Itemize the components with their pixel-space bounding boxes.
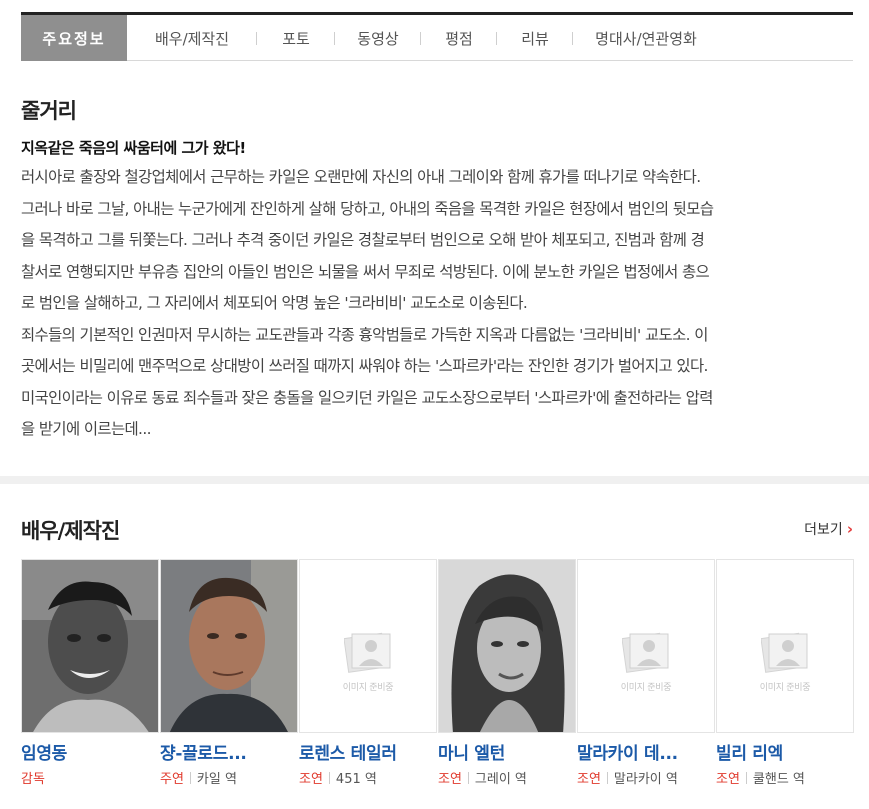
character-label: 쿨핸드 역 xyxy=(752,772,805,787)
role-label: 주연 xyxy=(160,772,184,787)
no-image-text: 이미지 준비중 xyxy=(342,682,394,693)
synopsis-line: 죄수들의 기본적인 인권마저 무시하는 교도관들과 각종 흉악범들로 가득한 지… xyxy=(21,325,708,344)
person-photo[interactable] xyxy=(160,559,298,733)
character-label: 그레이 역 xyxy=(474,772,527,787)
person-role-line: 조연 말라카이 역 xyxy=(577,768,715,787)
cast-card[interactable]: 임영동 감독 xyxy=(21,559,159,787)
role-separator xyxy=(467,771,469,784)
synopsis-body: 러시아로 출장와 철강업체에서 근무하는 카일은 오랜만에 자신의 아내 그레이… xyxy=(21,162,857,446)
person-role-line: 조연 쿨핸드 역 xyxy=(716,768,854,787)
synopsis-line: 로 범인을 살해하고, 그 자리에서 체포되어 악명 높은 '크라비비' 교도소… xyxy=(21,294,528,312)
chevron-right-icon: › xyxy=(846,520,853,538)
cast-card[interactable]: 이미지 준비중 말라카이 데... 조연 말라카이 역 xyxy=(577,559,715,787)
synopsis-line: 그러나 바로 그날, 아내는 누군가에게 잔인하게 살해 당하고, 아내의 죽음… xyxy=(21,199,714,218)
person-photo[interactable] xyxy=(21,559,159,733)
synopsis-line: 을 목격하고 그를 뒤쫓는다. 그러나 추격 중이던 카일은 경찰로부터 범인으… xyxy=(21,231,705,249)
section-divider xyxy=(0,476,869,484)
person-photo[interactable] xyxy=(438,559,576,733)
person-photo[interactable]: 이미지 준비중 xyxy=(716,559,854,733)
person-name[interactable]: 임영동 xyxy=(21,739,159,764)
tab-cast[interactable]: 배우/제작진 xyxy=(127,15,257,61)
no-image-placeholder: 이미지 준비중 xyxy=(300,560,436,732)
synopsis-line: 찰서로 연행되지만 부유층 집안의 아들인 범인은 뇌물을 써서 무죄로 석방된… xyxy=(21,262,710,281)
no-image-text: 이미지 준비중 xyxy=(620,682,672,693)
role-separator xyxy=(606,771,608,784)
no-image-placeholder: 이미지 준비중 xyxy=(717,560,853,732)
character-label: 451 역 xyxy=(335,772,377,787)
synopsis-line: 을 받기에 이르는데... xyxy=(21,420,152,438)
person-role-line: 감독 xyxy=(21,768,159,787)
role-separator xyxy=(745,771,747,784)
synopsis-headline: 지옥같은 죽음의 싸움터에 그가 왔다! xyxy=(21,139,246,157)
tab-bar: 주요정보 배우/제작진 포토 동영상 평점 리뷰 명대사/연관영화 xyxy=(21,12,853,61)
tab-photo[interactable]: 포토 xyxy=(257,15,335,61)
character-label: 카일 역 xyxy=(196,772,237,787)
portrait-placeholder-icon xyxy=(622,632,669,673)
cast-title: 배우/제작진 xyxy=(21,519,120,543)
person-photo[interactable]: 이미지 준비중 xyxy=(577,559,715,733)
synopsis-line: 러시아로 출장와 철강업체에서 근무하는 카일은 오랜만에 자신의 아내 그레이… xyxy=(21,168,701,186)
cast-card[interactable]: 이미지 준비중 로렌스 테일러 조연 451 역 xyxy=(299,559,437,787)
cast-card[interactable]: 이미지 준비중 빌리 리엑 조연 쿨핸드 역 xyxy=(716,559,854,787)
more-label: 더보기 xyxy=(804,522,843,538)
synopsis-line: 곳에서는 비밀리에 맨주먹으로 상대방이 쓰러질 때까지 싸워야 하는 '스파르… xyxy=(21,357,708,375)
person-name[interactable]: 마니 엘턴 xyxy=(438,739,576,764)
person-name[interactable]: 쟝-끌로드... xyxy=(160,739,298,764)
role-label: 조연 xyxy=(299,772,323,787)
person-photo[interactable]: 이미지 준비중 xyxy=(299,559,437,733)
tab-rating[interactable]: 평점 xyxy=(421,15,497,61)
cast-card[interactable]: 쟝-끌로드... 주연 카일 역 xyxy=(160,559,298,787)
tab-video[interactable]: 동영상 xyxy=(335,15,421,61)
role-separator xyxy=(328,771,330,784)
role-separator xyxy=(189,771,191,784)
person-name[interactable]: 빌리 리엑 xyxy=(716,739,854,764)
more-link[interactable]: 더보기 › xyxy=(804,519,853,539)
role-label: 조연 xyxy=(577,772,601,787)
person-name[interactable]: 로렌스 테일러 xyxy=(299,739,437,764)
role-label: 감독 xyxy=(21,772,45,787)
portrait-placeholder-icon xyxy=(761,632,808,673)
cast-card[interactable]: 마니 엘턴 조연 그레이 역 xyxy=(438,559,576,787)
person-role-line: 조연 451 역 xyxy=(299,768,437,787)
no-image-placeholder: 이미지 준비중 xyxy=(578,560,714,732)
character-label: 말라카이 역 xyxy=(613,772,678,787)
synopsis-title: 줄거리 xyxy=(21,99,77,123)
tab-review[interactable]: 리뷰 xyxy=(497,15,573,61)
cast-list: 임영동 감독 쟝-끌로드... 주연 카일 역 이미지 준비중 로렌스 테일러 … xyxy=(21,559,854,787)
portrait-placeholder-icon xyxy=(344,632,391,673)
synopsis-line: 미국인이라는 이유로 동료 죄수들과 잦은 충돌을 일으키던 카일은 교도소장으… xyxy=(21,388,713,407)
no-image-text: 이미지 준비중 xyxy=(759,682,811,693)
person-role-line: 주연 카일 역 xyxy=(160,768,298,787)
tab-main-info[interactable]: 주요정보 xyxy=(21,15,127,61)
person-name[interactable]: 말라카이 데... xyxy=(577,739,715,764)
tab-quotes-related[interactable]: 명대사/연관영화 xyxy=(573,15,719,61)
role-label: 조연 xyxy=(438,772,462,787)
person-role-line: 조연 그레이 역 xyxy=(438,768,576,787)
role-label: 조연 xyxy=(716,772,740,787)
